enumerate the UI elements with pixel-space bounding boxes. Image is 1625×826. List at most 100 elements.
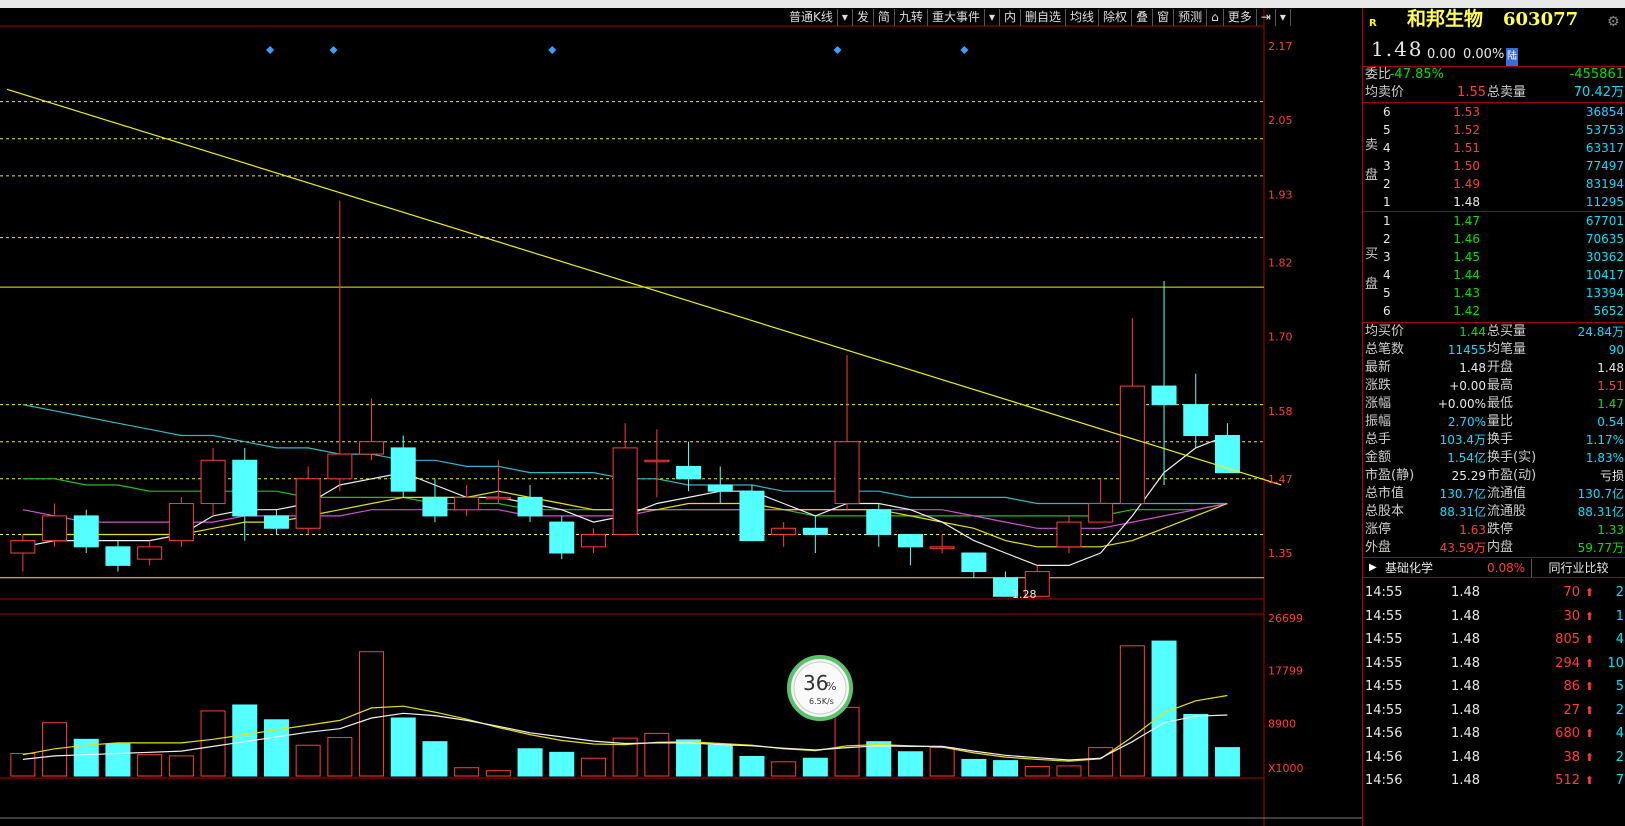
stat-value: 1.44 [1459,325,1486,339]
toolbar-item[interactable]: 内 [1000,9,1022,26]
toolbar-item[interactable]: ▾ [1276,9,1291,26]
toolbar-item[interactable]: 发 [853,9,874,26]
volume-bar [1151,640,1177,777]
candle-down [707,484,733,492]
volume-bar [580,757,606,777]
tick-row[interactable]: 14:55 1.48 805 ⬆ 4 [1363,631,1625,649]
candle-up [929,546,955,549]
order-book-row[interactable]: 4 1.44 10417 [1363,266,1625,284]
volume-bar [897,751,923,777]
stat-row: 最新 1.48 开盘 1.48 [1363,359,1625,377]
toolbar-item[interactable]: 普通K线 [785,9,838,26]
tick-price: 1.48 [1451,773,1480,788]
toolbar-item[interactable]: 除权 [1099,9,1133,26]
level: 6 [1383,105,1391,119]
level: 2 [1383,177,1391,191]
volume-unit-label: X1000 [1268,762,1304,775]
sector-name[interactable]: 基础化学 [1385,559,1433,577]
order-book-row[interactable]: 3 1.45 30362 [1363,248,1625,266]
stat-value: 130.7亿 [1439,487,1486,501]
tick-row[interactable]: 14:55 1.48 86 ⬆ 5 [1363,678,1625,696]
event-diamond-icon [329,46,338,54]
candle-up [612,447,638,535]
stat-value: 24.84万 [1577,325,1624,339]
toolbar-item[interactable]: ▾ [838,9,853,26]
price: 1.43 [1453,286,1480,300]
toolbar-item[interactable]: 重大事件 [928,9,985,26]
event-diamond-icon [266,46,275,54]
quote-panel: R 和邦生物 603077 ⚙ 1.48 0.00 0.00% 陆 委比 -47… [1362,8,1625,826]
tick-row[interactable]: 14:56 1.48 512 ⬆ 7 [1363,772,1625,790]
tick-row[interactable]: 14:55 1.48 70 ⬆ 2 [1363,584,1625,602]
price: 1.42 [1453,304,1480,318]
tick-time: 14:55 [1365,608,1403,624]
toolbar-item[interactable]: ▾ [985,9,1000,26]
order-book-row[interactable]: 5 1.52 53753 [1363,121,1625,139]
order-book-row[interactable]: 6 1.42 5652 [1363,302,1625,320]
tick-list[interactable]: 14:55 1.48 70 ⬆ 2 14:55 1.48 30 ⬆ 1 14:55 1.48 805 ⬆ 4… [1363,578,1625,826]
price-axis-label: 1.47 [1268,473,1293,486]
candle-up [580,533,606,548]
order-book-row[interactable]: 5 1.43 13394 [1363,284,1625,302]
kline-chart[interactable]: 2.17 2.05 1.93 1.82 1.70 1.58 1.47 1.35 26699 177… [0,8,1362,826]
tick-volume: 38 [1563,749,1580,765]
candle-up [42,515,68,542]
toolbar-item[interactable]: 更多 [1224,9,1257,26]
stat-label: 总笔数 [1365,342,1405,357]
toolbar-item[interactable]: ⌂ [1207,9,1224,26]
order-book-row[interactable]: 6 1.53 36854 [1363,103,1625,121]
toolbar-item[interactable]: 删自选 [1021,9,1067,26]
candle-down [739,490,765,542]
order-book-row[interactable]: 3 1.50 77497 [1363,157,1625,175]
industry-compare-button[interactable]: 同行业比较 [1531,559,1625,577]
tick-row[interactable]: 14:55 1.48 27 ⬆ 2 [1363,702,1625,720]
order-book-row[interactable]: 4 1.51 63317 [1363,139,1625,157]
speed-widget[interactable]: 36 % 6.5K/s [787,655,853,721]
order-book-row[interactable]: 2 1.49 83194 [1363,175,1625,193]
candle-up [1056,521,1082,548]
stat-row: 总笔数 11455 均笔量 90 [1363,341,1625,359]
volume-bar [517,748,543,777]
up-arrow-icon: ⬆ [1584,633,1594,646]
stat-value: 88.31亿 [1577,505,1624,519]
stat-row: 涨幅 +0.00% 最低 1.47 [1363,395,1625,413]
tick-row[interactable]: 14:55 1.48 294 ⬆ 10 [1363,655,1625,673]
price: 1.45 [1453,250,1480,264]
toolbar-item[interactable]: 均线 [1066,9,1100,26]
market-tag[interactable]: 陆 [1506,48,1518,66]
tick-volume: 70 [1563,585,1580,600]
speed-rate: 6.5K/s [809,697,834,706]
candle-down [73,515,99,548]
toolbar-item[interactable]: 九转 [895,9,928,26]
candle-up [137,546,163,560]
order-book-row[interactable]: 1 1.48 11295 [1363,193,1625,211]
toolbar-item[interactable]: 窗 [1153,9,1175,26]
stat-value: 25.29 [1451,469,1486,483]
stat-label: 市盈(静) [1365,468,1415,483]
tick-count: 10 [1607,655,1624,671]
stat-label: 涨幅 [1365,396,1392,411]
candle-down [232,459,258,517]
level: 3 [1383,159,1391,173]
tick-row[interactable]: 14:56 1.48 680 ⬆ 4 [1363,725,1625,743]
order-book-row[interactable]: 1 1.47 67701 [1363,212,1625,230]
volume: 13394 [1585,286,1624,300]
toolbar-item[interactable]: 叠 [1132,9,1154,26]
up-arrow-icon: ⬆ [1584,680,1594,693]
order-book-row[interactable]: 2 1.46 70635 [1363,230,1625,248]
volume-bar [295,744,321,777]
stat-label: 内盘 [1487,540,1514,555]
toolbar-item[interactable]: 简 [874,9,895,26]
stat-value: 1.17% [1585,433,1624,447]
candle-down [517,496,543,517]
tick-row[interactable]: 14:56 1.48 38 ⬆ 2 [1363,749,1625,767]
toolbar-item[interactable]: 预测 [1174,9,1208,26]
event-markers[interactable] [266,46,969,54]
tick-row[interactable]: 14:55 1.48 30 ⬆ 1 [1363,608,1625,626]
volume-bar [802,757,828,777]
candle-down [1214,435,1240,474]
stat-value: 1.33 [1597,523,1624,537]
toolbar-item[interactable]: ⇥ [1257,9,1276,26]
gear-icon[interactable]: ⚙ [1607,13,1620,31]
tick-count: 1 [1615,608,1624,624]
